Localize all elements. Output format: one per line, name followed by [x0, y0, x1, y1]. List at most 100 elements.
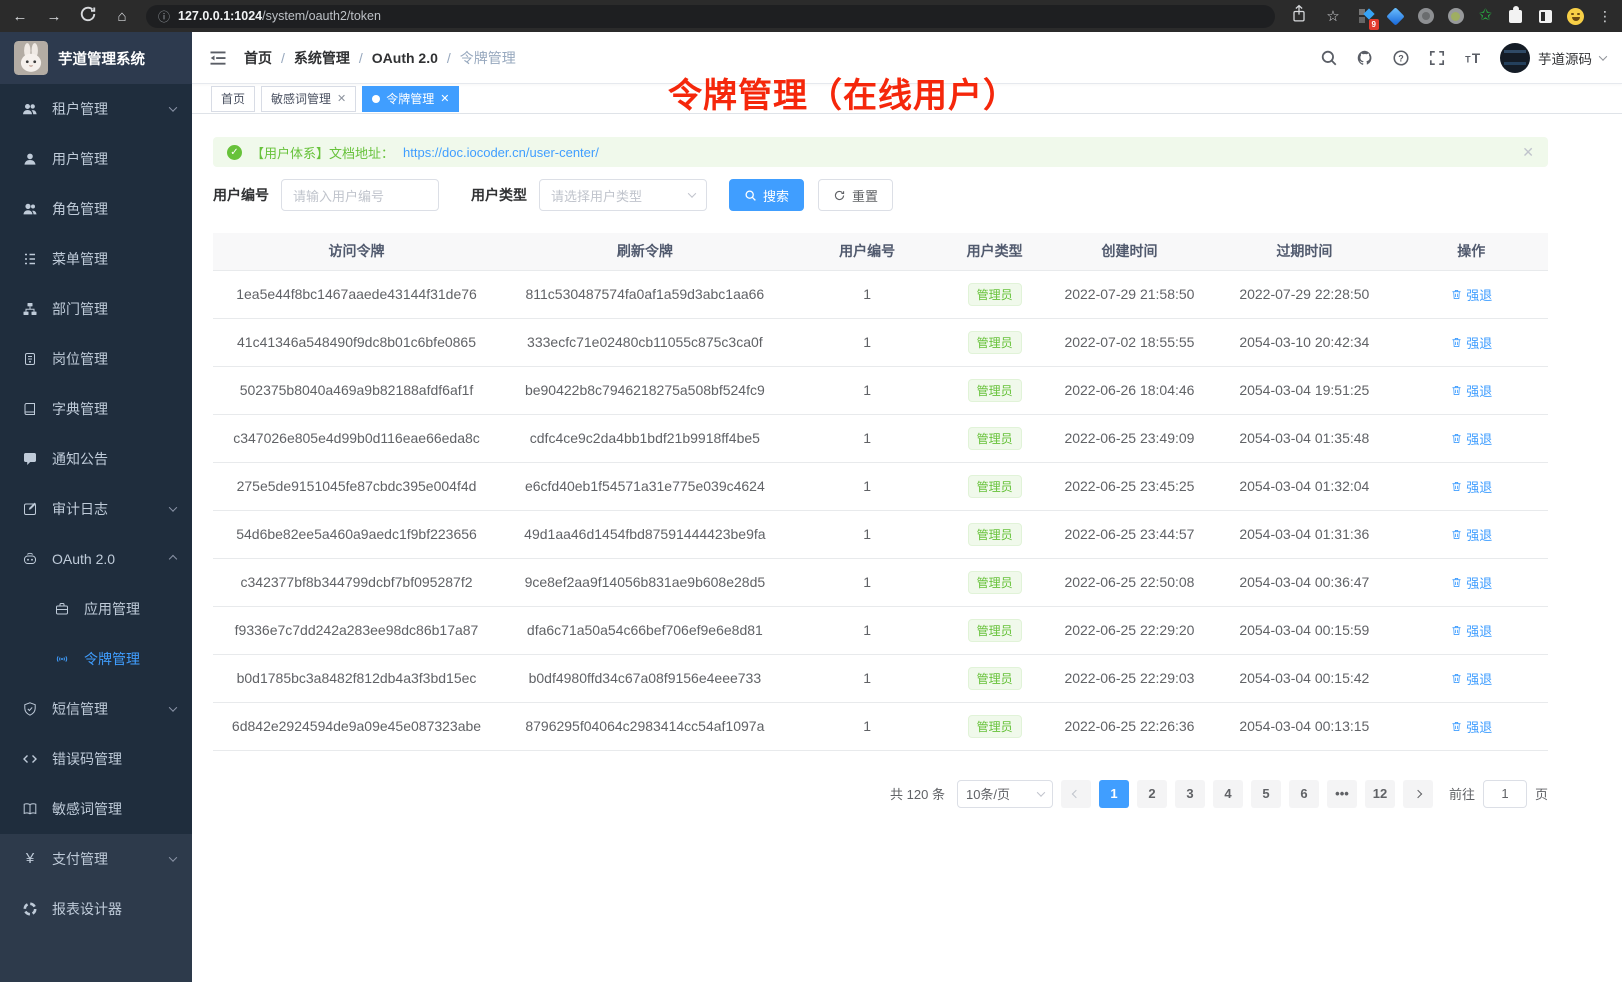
address-bar[interactable]: ⓘ 127.0.0.1:1024/system/oauth2/token [146, 5, 1275, 28]
sidebar-item-post[interactable]: 岗位管理 [0, 334, 192, 384]
created-time-cell: 2022-07-02 18:55:55 [1045, 318, 1215, 366]
action-cell: 强退 [1394, 558, 1548, 606]
sidebar: 芋道管理系统 租户管理用户管理角色管理菜单管理部门管理岗位管理字典管理通知公告审… [0, 32, 192, 982]
tab-首页[interactable]: 首页 [211, 86, 255, 112]
sidebar-item-notice[interactable]: 通知公告 [0, 434, 192, 484]
top-navbar: 首页/系统管理/OAuth 2.0/令牌管理 ? TT [192, 32, 1622, 84]
sidebar-item-label: 租户管理 [52, 99, 156, 119]
sidebar-item-label: 支付管理 [52, 849, 156, 869]
url-path: /system/oauth2/token [262, 9, 381, 23]
olive-extension-icon[interactable] [1447, 8, 1464, 25]
expire-time-cell: 2054-03-04 00:13:15 [1214, 702, 1394, 750]
sidebar-item-audit[interactable]: 审计日志 [0, 484, 192, 534]
breadcrumb-item[interactable]: 首页 [244, 48, 272, 68]
force-logout-link[interactable]: 强退 [1450, 717, 1492, 736]
sidebar-item-oauth2-app[interactable]: 应用管理 [0, 584, 192, 634]
user-type-label: 用户类型 [471, 185, 527, 205]
browser-forward-icon[interactable]: → [44, 8, 64, 25]
sidebar-item-sms[interactable]: 短信管理 [0, 684, 192, 734]
force-logout-link[interactable]: 强退 [1450, 573, 1492, 592]
page-button-2[interactable]: 2 [1137, 780, 1167, 808]
split-screen-icon[interactable] [1537, 8, 1554, 25]
page-button-4[interactable]: 4 [1213, 780, 1243, 808]
browser-home-icon[interactable]: ⌂ [112, 8, 132, 25]
browser-menu-icon[interactable]: ⋮ [1598, 8, 1612, 25]
access-token-cell: c347026e805e4d99b0d116eae66eda8c [213, 414, 500, 462]
site-info-icon[interactable]: ⓘ [158, 8, 170, 25]
force-logout-link[interactable]: 强退 [1450, 669, 1492, 688]
sidebar-item-dept[interactable]: 部门管理 [0, 284, 192, 334]
bookmark-star-icon[interactable]: ☆ [1323, 7, 1343, 25]
share-icon[interactable] [1289, 4, 1309, 28]
github-icon[interactable] [1356, 49, 1374, 67]
sidebar-menu-lower: ¥支付管理报表设计器 [0, 834, 192, 982]
app-logo-row[interactable]: 芋道管理系统 [0, 32, 192, 84]
profile-smiley-icon[interactable] [1567, 8, 1584, 25]
tab-close-icon[interactable]: ✕ [337, 92, 346, 105]
page-ellipsis-button[interactable]: ••• [1327, 780, 1357, 808]
force-logout-link[interactable]: 强退 [1450, 429, 1492, 448]
extension-grid-icon[interactable]: 9 [1357, 8, 1374, 25]
browser-back-icon[interactable]: ← [10, 8, 30, 25]
goto-page-input[interactable]: 1 [1483, 780, 1527, 808]
browser-refresh-icon[interactable] [78, 4, 98, 28]
gem-extension-icon[interactable] [1387, 8, 1404, 25]
breadcrumb-item[interactable]: 系统管理 [294, 48, 350, 68]
reset-button[interactable]: 重置 [818, 179, 893, 211]
user-id-cell: 1 [790, 558, 945, 606]
page-button-3[interactable]: 3 [1175, 780, 1205, 808]
sidebar-item-errcode[interactable]: 错误码管理 [0, 734, 192, 784]
gray-extension-icon[interactable] [1417, 8, 1434, 25]
user-type-badge: 管理员 [968, 283, 1022, 306]
sidebar-item-oauth2[interactable]: OAuth 2.0 [0, 534, 192, 584]
user-type-badge: 管理员 [968, 619, 1022, 642]
user-id-input[interactable]: 请输入用户编号 [281, 179, 439, 211]
force-logout-link[interactable]: 强退 [1450, 333, 1492, 352]
page-button-12[interactable]: 12 [1365, 780, 1395, 808]
sidebar-collapse-icon[interactable] [208, 48, 228, 68]
user-type-cell: 管理员 [945, 510, 1045, 558]
puzzle-extensions-icon[interactable] [1507, 8, 1524, 25]
user-type-cell: 管理员 [945, 318, 1045, 366]
force-logout-link[interactable]: 强退 [1450, 525, 1492, 544]
help-icon[interactable]: ? [1392, 49, 1410, 67]
breadcrumb-item[interactable]: OAuth 2.0 [372, 50, 438, 66]
force-logout-link[interactable]: 强退 [1450, 381, 1492, 400]
created-time-cell: 2022-06-25 22:29:20 [1045, 606, 1215, 654]
force-logout-link[interactable]: 强退 [1450, 621, 1492, 640]
font-size-icon[interactable]: TT [1464, 49, 1482, 67]
sidebar-item-report[interactable]: 报表设计器 [0, 884, 192, 934]
force-logout-link[interactable]: 强退 [1450, 477, 1492, 496]
sidebar-item-dict[interactable]: 字典管理 [0, 384, 192, 434]
fullscreen-icon[interactable] [1428, 49, 1446, 67]
sidebar-item-menu[interactable]: 菜单管理 [0, 234, 192, 284]
sidebar-item-user[interactable]: 用户管理 [0, 134, 192, 184]
force-logout-link[interactable]: 强退 [1450, 285, 1492, 304]
table-row: 1ea5e44f8bc1467aaede43144f31de76811c5304… [213, 270, 1548, 318]
tab-敏感词管理[interactable]: 敏感词管理✕ [261, 86, 356, 112]
tab-close-icon[interactable]: ✕ [440, 92, 449, 105]
sidebar-item-pay[interactable]: ¥支付管理 [0, 834, 192, 884]
green-star-extension-icon[interactable]: ✩ [1477, 8, 1494, 25]
search-button[interactable]: 搜索 [729, 179, 804, 211]
user-menu[interactable]: 芋道源码 [1500, 43, 1606, 73]
access-token-cell: 275e5de9151045fe87cbdc395e004f4d [213, 462, 500, 510]
sidebar-item-sensitive[interactable]: 敏感词管理 [0, 784, 192, 834]
action-cell: 强退 [1394, 318, 1548, 366]
page-button-6[interactable]: 6 [1289, 780, 1319, 808]
tab-令牌管理[interactable]: 令牌管理✕ [362, 86, 459, 112]
page-button-1[interactable]: 1 [1099, 780, 1129, 808]
alert-close-icon[interactable]: ✕ [1522, 144, 1534, 161]
user-type-cell: 管理员 [945, 702, 1045, 750]
sidebar-item-tenant[interactable]: 租户管理 [0, 84, 192, 134]
next-page-button[interactable] [1403, 780, 1433, 808]
app-title: 芋道管理系统 [58, 48, 145, 69]
doc-link[interactable]: https://doc.iocoder.cn/user-center/ [403, 145, 599, 160]
prev-page-button[interactable] [1061, 780, 1091, 808]
sidebar-item-oauth2-token[interactable]: 令牌管理 [0, 634, 192, 684]
sidebar-item-role[interactable]: 角色管理 [0, 184, 192, 234]
page-size-select[interactable]: 10条/页 [957, 780, 1053, 808]
user-type-select[interactable]: 请选择用户类型 [539, 179, 707, 211]
search-icon[interactable] [1320, 49, 1338, 67]
page-button-5[interactable]: 5 [1251, 780, 1281, 808]
